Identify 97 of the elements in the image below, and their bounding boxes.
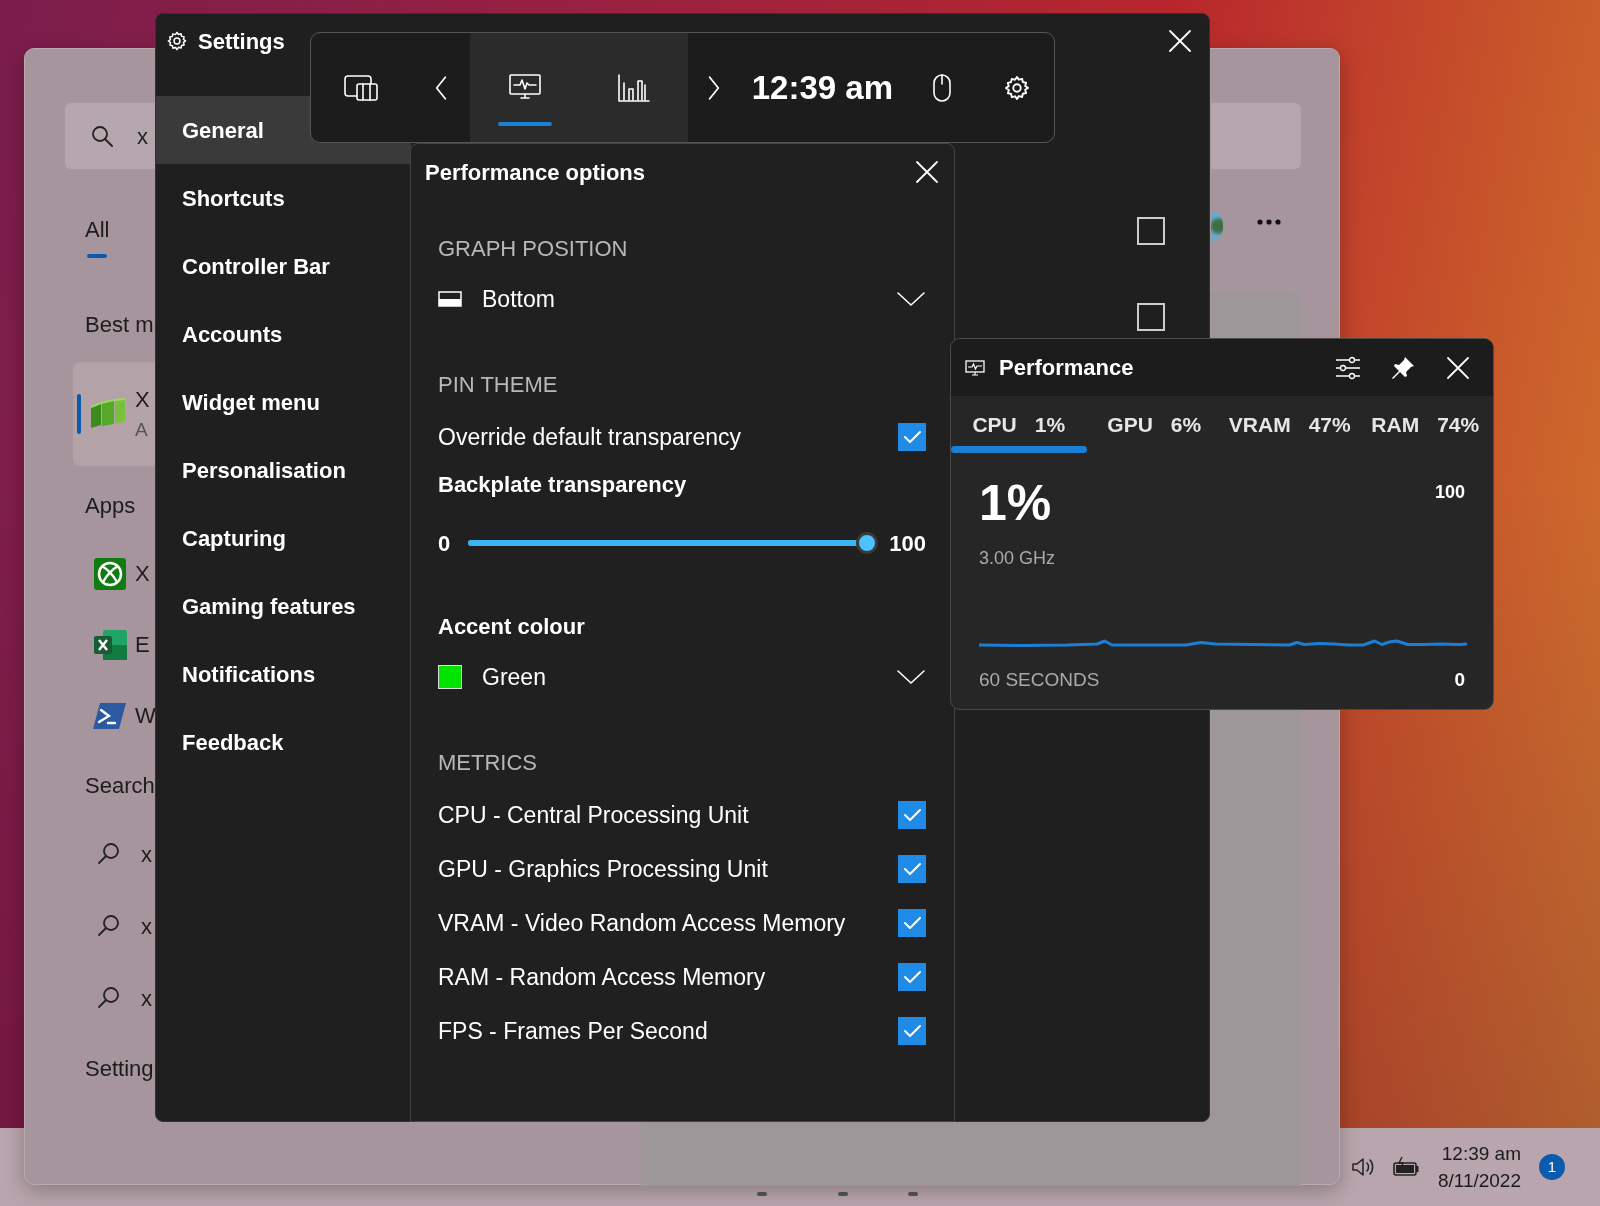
checkbox-label: CPU - Central Processing Unit — [438, 800, 749, 830]
setting-label: Backplate transparency — [438, 470, 688, 499]
checkbox-label: RAM - Random Access Memory — [438, 962, 766, 992]
mouse-icon[interactable] — [931, 72, 952, 103]
checkbox-label: FPS - Frames Per Second — [438, 1016, 708, 1046]
sidebar-item[interactable]: Widget menu — [156, 368, 411, 436]
checkbox[interactable] — [898, 855, 926, 883]
dropdown[interactable]: Bottom — [438, 274, 926, 324]
slider-thumb[interactable] — [856, 532, 879, 554]
window-title: Settings — [198, 27, 285, 56]
close-button[interactable] — [914, 159, 940, 185]
slider-min: 0 — [438, 529, 451, 558]
clock-time: 12:39 am — [750, 67, 894, 108]
usage-reading: 1% — [979, 475, 1052, 531]
section-heading: GRAPH POSITION — [438, 234, 629, 263]
widget-title: Performance — [999, 354, 1135, 382]
clock-date[interactable]: 8/11/2022 — [1437, 1167, 1521, 1194]
checkbox[interactable] — [1137, 303, 1165, 331]
bar-chart-icon — [616, 72, 651, 103]
axis-max: 100 — [1434, 481, 1465, 504]
checkbox[interactable] — [898, 1017, 926, 1045]
sidebar-item[interactable]: Notifications — [156, 640, 411, 708]
app-icon — [89, 397, 127, 431]
search-icon — [97, 986, 121, 1010]
metric-tab[interactable]: CPU 1% — [951, 396, 1087, 459]
section-heading: Apps — [85, 492, 136, 520]
metric-tab[interactable]: RAM 74% — [1357, 396, 1493, 459]
app-type: A — [135, 418, 149, 443]
close-icon — [914, 159, 940, 185]
section-heading: Best m — [85, 311, 154, 339]
clock-speed: 3.00 GHz — [979, 547, 1057, 570]
sliders-icon — [1335, 355, 1361, 380]
capture-icon[interactable] — [342, 72, 379, 103]
battery-icon[interactable] — [1391, 1155, 1420, 1179]
section-heading: METRICS — [438, 748, 538, 777]
best-match-item[interactable]: X A — [73, 362, 156, 466]
checkbox[interactable] — [898, 909, 926, 937]
tab[interactable]: All — [85, 213, 110, 258]
app-name[interactable]: W — [135, 699, 156, 732]
app-name[interactable]: X — [135, 557, 150, 590]
monitor-pulse-icon — [965, 359, 985, 376]
checkbox-label: GPU - Graphics Processing Unit — [438, 854, 768, 884]
checkbox-label: VRAM - Video Random Access Memory — [438, 908, 846, 938]
close-icon — [1167, 28, 1193, 54]
panel-title: Performance options — [425, 158, 646, 187]
section-heading: Search — [85, 772, 155, 800]
checkbox[interactable] — [898, 801, 926, 829]
metric-tab[interactable]: GPU 6% — [1086, 396, 1222, 459]
more-icon[interactable] — [1257, 219, 1281, 225]
checkbox-label: Override default transparency — [438, 422, 741, 452]
metric-tab[interactable]: VRAM 47% — [1222, 396, 1358, 459]
section-heading: PIN THEME — [438, 370, 559, 399]
sidebar-item[interactable]: Gaming features — [156, 572, 411, 640]
chevron-down-icon — [896, 668, 926, 686]
settings-icon — [166, 30, 188, 52]
sidebar-item[interactable]: Capturing — [156, 504, 411, 572]
app-indicator — [838, 1192, 848, 1196]
app-name: X — [135, 386, 150, 415]
app-name[interactable]: E — [135, 628, 150, 661]
sidebar-item[interactable]: Personalisation — [156, 436, 411, 504]
spreadsheet-icon — [93, 627, 127, 662]
pin-icon — [1391, 355, 1415, 380]
search-suggestion[interactable]: x — [141, 981, 152, 1015]
clock-time[interactable]: 12:39 am — [1437, 1140, 1521, 1167]
search-icon — [91, 125, 113, 147]
chevron-down-icon — [896, 290, 926, 308]
position-icon — [438, 291, 462, 307]
search-icon — [97, 842, 121, 866]
time-span: 60 SECONDS — [979, 668, 1100, 692]
volume-icon[interactable] — [1349, 1155, 1374, 1179]
checkbox[interactable] — [1137, 217, 1165, 245]
section-heading: Setting — [85, 1055, 154, 1083]
search-icon — [97, 914, 121, 938]
search-suggestion[interactable]: x — [141, 837, 152, 871]
close-icon — [1445, 354, 1471, 381]
sidebar-item[interactable]: Accounts — [156, 300, 411, 368]
chevron-left-icon[interactable] — [433, 74, 448, 101]
search-field[interactable]: x — [65, 103, 156, 169]
setting-label: Accent colour — [438, 612, 586, 641]
close-button[interactable] — [1167, 28, 1193, 54]
checkbox[interactable] — [898, 423, 926, 451]
sidebar-item[interactable]: Shortcuts — [156, 164, 411, 232]
chevron-right-icon[interactable] — [707, 74, 722, 101]
sidebar-item[interactable]: Controller Bar — [156, 232, 411, 300]
search-suggestion[interactable]: x — [141, 909, 152, 943]
app-indicator — [757, 1192, 767, 1196]
axis-min: 0 — [1454, 668, 1465, 692]
xbox-icon — [93, 556, 127, 591]
search-field[interactable] — [1211, 103, 1301, 169]
checkbox[interactable] — [898, 963, 926, 991]
app-indicator — [908, 1192, 918, 1196]
dropdown[interactable]: Green — [438, 652, 926, 702]
search-text: x — [137, 122, 148, 151]
slider-max: 100 — [889, 529, 926, 558]
settings-icon[interactable] — [1002, 73, 1031, 102]
sidebar-item[interactable]: Feedback — [156, 708, 411, 776]
notification-badge[interactable]: 1 — [1539, 1154, 1565, 1180]
